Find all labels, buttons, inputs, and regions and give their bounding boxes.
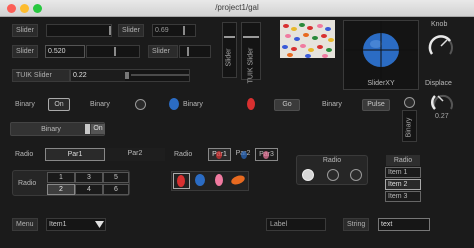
- radio-2-bean-icons: [216, 151, 269, 159]
- jelly-beans-image: [282, 23, 334, 58]
- binary-toggle-switch[interactable]: Binary On: [10, 122, 105, 136]
- radio-3-option-2[interactable]: 2: [47, 184, 75, 195]
- menu-label: Menu: [12, 218, 38, 231]
- radio-4-option-1[interactable]: [302, 169, 314, 181]
- string-input[interactable]: text: [378, 218, 430, 231]
- binary-1-toggle[interactable]: On: [48, 98, 70, 111]
- vbinary-label: Binary: [405, 117, 413, 138]
- binary-2-radio[interactable]: [135, 99, 146, 110]
- slider-4-label: Slider: [148, 45, 178, 58]
- vslider-1-label: Slider: [225, 48, 233, 67]
- slider-3-track[interactable]: [86, 45, 140, 58]
- slider-3-value-field[interactable]: 0.520: [45, 45, 85, 58]
- radio-4-panel: Radio: [296, 155, 368, 185]
- slider-1-label: Slider: [12, 24, 38, 37]
- binary-1-label: Binary: [15, 101, 35, 108]
- radio-3-panel: Radio 1 3 5 2 4 6: [12, 170, 130, 196]
- binary-toggle-label: Binary: [41, 126, 61, 133]
- slider-2-handle[interactable]: [183, 26, 185, 35]
- radio-5-label: Radio: [386, 155, 420, 166]
- sliderxy-pad[interactable]: [344, 21, 418, 79]
- radio-1-option-par2[interactable]: Par2: [105, 148, 165, 161]
- vbinary-radio[interactable]: [404, 97, 415, 108]
- knob-label: Knob: [431, 21, 448, 28]
- sliderxy-panel[interactable]: SliderXY: [343, 20, 419, 90]
- slider-1-handle[interactable]: [109, 26, 111, 35]
- radio-5-item-1[interactable]: Item 1: [385, 167, 421, 178]
- radio-4-option-3[interactable]: [350, 169, 362, 181]
- radio-5-item-3[interactable]: Item 3: [385, 191, 421, 202]
- window-title: /project1/gal: [215, 3, 259, 12]
- window-titlebar: /project1/gal: [0, 0, 474, 17]
- radio-1-label: Radio: [15, 151, 34, 158]
- vslider-2-label: TUIK Slider: [247, 47, 255, 84]
- menu-value: Item1: [49, 221, 67, 228]
- tuik-slider-handle[interactable]: [125, 72, 129, 79]
- bean-radio-pink[interactable]: [211, 173, 228, 189]
- tuik-slider-groove: [131, 74, 189, 76]
- radio-4-option-2[interactable]: [327, 169, 339, 181]
- binary-3-label: Binary: [183, 101, 203, 108]
- vslider-1[interactable]: Slider: [222, 22, 237, 78]
- displace-dial[interactable]: [430, 89, 456, 113]
- pulse-button[interactable]: Pulse: [362, 99, 390, 111]
- vbinary-panel[interactable]: Binary: [402, 110, 417, 142]
- label-field: Label: [266, 218, 326, 231]
- menu-dropdown[interactable]: Item1: [46, 218, 106, 231]
- binary-toggle-thumb[interactable]: [85, 124, 90, 134]
- go-red-bean-icon: [247, 98, 255, 110]
- bean-radio-orange[interactable]: [230, 173, 247, 189]
- radio-3-option-4[interactable]: 4: [75, 184, 103, 195]
- radio-1-option-par1[interactable]: Par1: [45, 148, 105, 161]
- radio-2-label: Radio: [174, 151, 193, 158]
- chevron-down-icon: [95, 221, 104, 228]
- displace-value: 0.27: [435, 113, 449, 120]
- radio-3-option-5[interactable]: 5: [103, 172, 129, 183]
- bean-image: [280, 20, 335, 58]
- slider-1-track[interactable]: [46, 24, 112, 37]
- tuik-slider-track[interactable]: [70, 69, 190, 82]
- slider-2-label: Slider: [118, 24, 144, 37]
- sliderxy-label: SliderXY: [367, 80, 395, 87]
- displace-label: Displace: [425, 80, 452, 87]
- radio-4-label: Radio: [322, 157, 342, 164]
- slider-2-value: 0.69: [155, 27, 169, 34]
- slider-4-handle[interactable]: [187, 47, 189, 56]
- radio-5-item-2[interactable]: Item 2: [385, 179, 421, 190]
- orange-bean-icon: [231, 175, 245, 185]
- binary-2-label: Binary: [90, 101, 110, 108]
- binary-3-blue-bean-icon[interactable]: [167, 97, 181, 111]
- pink-bean-icon: [215, 174, 223, 186]
- red-bean-icon: [177, 175, 185, 187]
- tuik-slider-value: 0.22: [73, 72, 87, 79]
- binary-toggle-state: On: [91, 124, 105, 134]
- go-button[interactable]: Go: [274, 99, 300, 111]
- string-label: String: [343, 218, 370, 231]
- radio-3-option-6[interactable]: 6: [103, 184, 129, 195]
- blue-bean-icon: [195, 174, 205, 186]
- radio-3-option-3[interactable]: 3: [75, 172, 103, 183]
- pulse-label: Binary: [322, 101, 342, 108]
- slider-4-track[interactable]: [179, 45, 211, 58]
- tuik-slider-label: TUIK Slider: [12, 69, 70, 82]
- vslider-2[interactable]: TUIK Slider: [241, 22, 261, 83]
- bean-radio-red[interactable]: [173, 173, 190, 189]
- knob-dial[interactable]: [426, 31, 456, 61]
- bean-radio-group: [171, 171, 249, 191]
- radio-3-label: Radio: [18, 180, 37, 187]
- slider-3-label: Slider: [12, 45, 38, 58]
- bean-radio-blue[interactable]: [192, 173, 209, 189]
- slider-3-handle[interactable]: [114, 47, 116, 56]
- radio-3-option-1[interactable]: 1: [47, 172, 75, 183]
